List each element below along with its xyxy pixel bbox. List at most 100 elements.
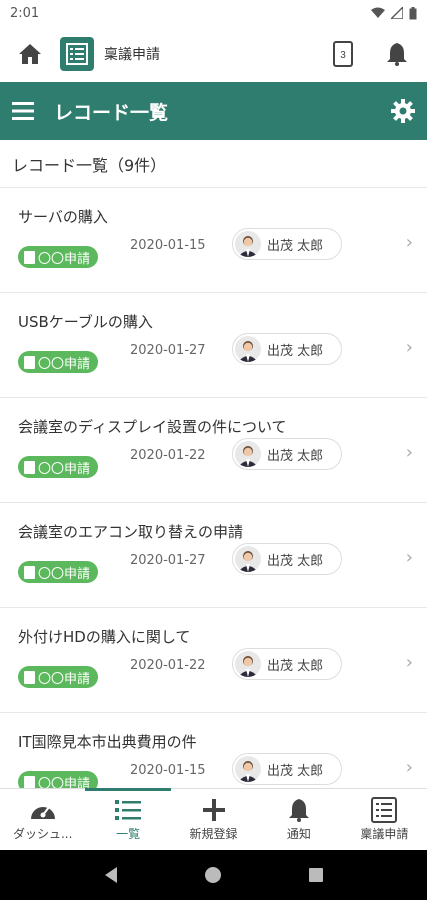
list-item[interactable]: USBケーブルの購入 〇〇申請 2020-01-27 出茂 太郎 › bbox=[0, 293, 427, 398]
user-chip: 出茂 太郎 bbox=[232, 438, 342, 470]
list-item[interactable]: IT国際見本市出典費用の件 〇〇申請 2020-01-15 出茂 太郎 › bbox=[0, 713, 427, 788]
chevron-right-icon: › bbox=[405, 232, 413, 253]
user-chip: 出茂 太郎 bbox=[232, 333, 342, 365]
user-chip: 出茂 太郎 bbox=[232, 543, 342, 575]
chevron-right-icon: › bbox=[405, 547, 413, 568]
list-item[interactable]: 会議室のディスプレイ設置の件について 〇〇申請 2020-01-22 出茂 太郎… bbox=[0, 398, 427, 503]
user-name: 出茂 太郎 bbox=[267, 658, 324, 674]
avatar bbox=[235, 336, 261, 362]
system-nav-bar bbox=[0, 850, 427, 900]
category-badge: 〇〇申請 bbox=[18, 456, 99, 478]
category-badge-label: 〇〇申請 bbox=[38, 566, 91, 582]
record-count: レコード一覧（9件） bbox=[0, 140, 427, 188]
item-title: 会議室のディスプレイ設置の件について bbox=[18, 418, 287, 436]
item-date: 2020-01-27 bbox=[130, 553, 206, 568]
notebook-count: 3 bbox=[340, 50, 346, 61]
list-icon bbox=[115, 800, 142, 820]
document-icon bbox=[24, 775, 35, 788]
notebook-button[interactable]: 3 bbox=[327, 38, 359, 70]
nav-new[interactable]: 新規登録 bbox=[171, 789, 256, 850]
document-icon bbox=[24, 460, 35, 474]
item-title: サーバの購入 bbox=[18, 208, 108, 226]
category-badge: 〇〇申請 bbox=[18, 666, 99, 688]
home-icon bbox=[19, 44, 41, 64]
user-name: 出茂 太郎 bbox=[267, 343, 324, 359]
avatar bbox=[235, 231, 261, 257]
avatar bbox=[235, 441, 261, 467]
back-icon[interactable] bbox=[103, 866, 119, 884]
item-date: 2020-01-22 bbox=[130, 448, 206, 463]
app-header: 稟議申請 3 bbox=[0, 26, 427, 82]
item-date: 2020-01-15 bbox=[130, 238, 206, 253]
item-date: 2020-01-15 bbox=[130, 763, 206, 778]
record-list: サーバの購入 〇〇申請 2020-01-15 出茂 太郎 › USBケーブルの購… bbox=[0, 188, 427, 788]
chevron-right-icon: › bbox=[405, 757, 413, 778]
user-chip: 出茂 太郎 bbox=[232, 228, 342, 260]
category-badge: 〇〇申請 bbox=[18, 246, 99, 268]
category-badge: 〇〇申請 bbox=[18, 561, 99, 583]
item-title: USBケーブルの購入 bbox=[18, 313, 153, 331]
category-badge-label: 〇〇申請 bbox=[38, 356, 91, 372]
item-date: 2020-01-22 bbox=[130, 658, 206, 673]
settings-button[interactable] bbox=[389, 97, 417, 125]
document-icon bbox=[24, 565, 35, 579]
nav-dashboard-label: ダッシュ... bbox=[12, 827, 73, 841]
hamburger-icon bbox=[12, 102, 34, 120]
notification-button[interactable] bbox=[381, 38, 413, 70]
menu-button[interactable] bbox=[10, 98, 36, 124]
nav-notifications[interactable]: 通知 bbox=[256, 789, 341, 850]
document-icon bbox=[24, 355, 35, 369]
user-name: 出茂 太郎 bbox=[267, 553, 324, 569]
category-badge-label: 〇〇申請 bbox=[38, 251, 91, 267]
battery-icon bbox=[409, 6, 417, 19]
app-icon bbox=[66, 43, 88, 65]
nav-notifications-label: 通知 bbox=[286, 827, 311, 841]
home-button[interactable] bbox=[14, 38, 46, 70]
dashboard-icon bbox=[30, 806, 55, 819]
item-title: 外付けHDの購入に関して bbox=[18, 628, 191, 646]
category-badge-label: 〇〇申請 bbox=[38, 461, 91, 477]
nav-app-label: 稟議申請 bbox=[360, 827, 409, 841]
category-badge-label: 〇〇申請 bbox=[38, 671, 91, 687]
avatar bbox=[235, 756, 261, 782]
document-icon bbox=[24, 670, 35, 684]
item-title: IT国際見本市出典費用の件 bbox=[18, 733, 197, 751]
recents-icon[interactable] bbox=[308, 867, 324, 883]
status-time: 2:01 bbox=[10, 5, 40, 21]
chevron-right-icon: › bbox=[405, 442, 413, 463]
list-item[interactable]: 外付けHDの購入に関して 〇〇申請 2020-01-22 出茂 太郎 › bbox=[0, 608, 427, 713]
chevron-right-icon: › bbox=[405, 337, 413, 358]
nav-new-label: 新規登録 bbox=[189, 827, 238, 841]
list-item[interactable]: サーバの購入 〇〇申請 2020-01-15 出茂 太郎 › bbox=[0, 188, 427, 293]
nav-list[interactable]: 一覧 bbox=[85, 788, 172, 850]
user-name: 出茂 太郎 bbox=[267, 448, 324, 464]
gear-icon bbox=[391, 99, 415, 123]
nav-dashboard[interactable]: ダッシュ... bbox=[0, 789, 85, 850]
bell-icon bbox=[288, 799, 309, 822]
user-chip: 出茂 太郎 bbox=[232, 753, 342, 785]
plus-icon bbox=[202, 799, 225, 821]
nav-app[interactable]: 稟議申請 bbox=[342, 789, 427, 850]
nav-list-label: 一覧 bbox=[116, 827, 141, 841]
avatar bbox=[235, 546, 261, 572]
category-badge: 〇〇申請 bbox=[18, 351, 99, 373]
document-icon bbox=[24, 250, 35, 264]
list-item[interactable]: 会議室のエアコン取り替えの申請 〇〇申請 2020-01-27 出茂 太郎 › bbox=[0, 503, 427, 608]
status-bar: 2:01 bbox=[0, 0, 427, 26]
user-chip: 出茂 太郎 bbox=[232, 648, 342, 680]
title-bar: レコード一覧 bbox=[0, 82, 427, 140]
page-title: レコード一覧 bbox=[54, 101, 169, 124]
signal-icon bbox=[391, 7, 403, 19]
app-icon bbox=[371, 797, 398, 823]
app-title: 稟議申請 bbox=[104, 47, 160, 63]
home-circle-icon[interactable] bbox=[204, 866, 222, 884]
category-badge-label: 〇〇申請 bbox=[38, 776, 91, 789]
status-icons bbox=[371, 6, 417, 20]
user-name: 出茂 太郎 bbox=[267, 238, 324, 254]
item-title: 会議室のエアコン取り替えの申請 bbox=[18, 523, 244, 541]
item-date: 2020-01-27 bbox=[130, 343, 206, 358]
app-logo bbox=[60, 37, 94, 71]
bell-icon bbox=[387, 43, 407, 66]
chevron-right-icon: › bbox=[405, 652, 413, 673]
avatar bbox=[235, 651, 261, 677]
